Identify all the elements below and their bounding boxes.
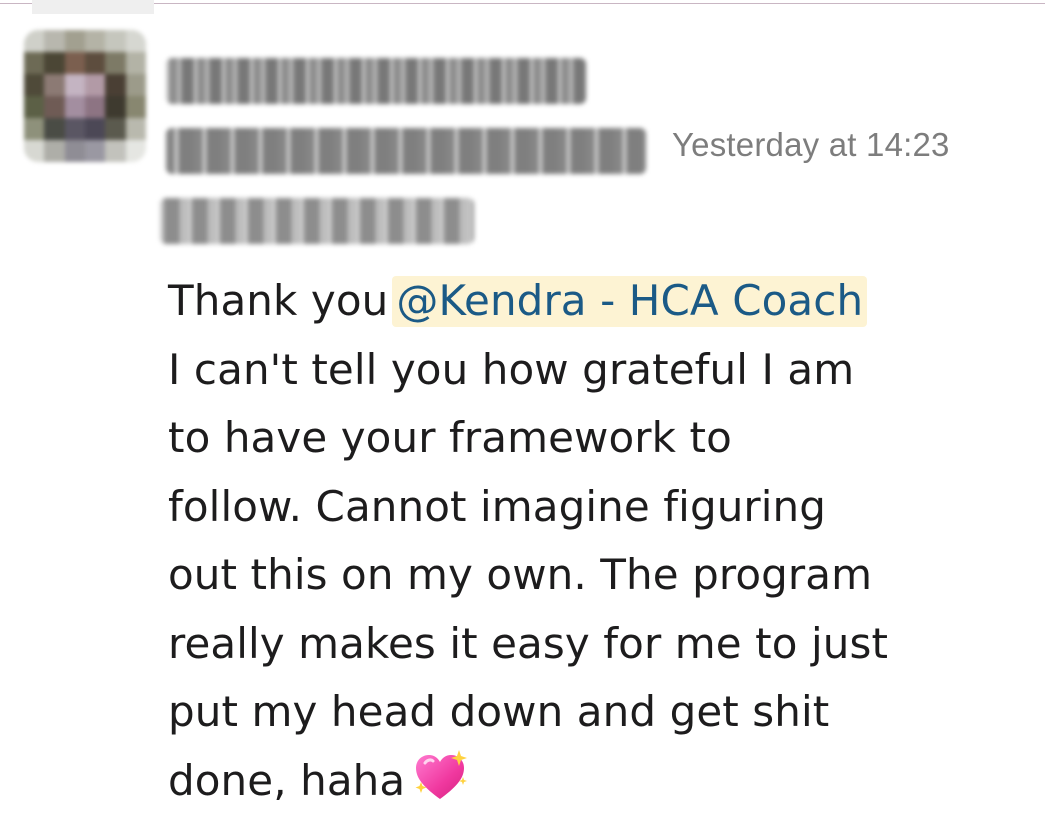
message-line: out this on my own. The program (168, 550, 873, 599)
user-mention[interactable]: @Kendra - HCA Coach (392, 276, 868, 327)
message-line: I can't tell you how grateful I am (168, 344, 855, 394)
redacted-name-line (166, 128, 646, 174)
avatar[interactable] (24, 30, 146, 162)
message-timestamp[interactable]: Yesterday at 14:23 (672, 126, 950, 164)
message-line: really makes it easy for me to just (168, 618, 889, 668)
message-view: Yesterday at 14:23 Thank you @Kendra - HC… (0, 0, 1045, 835)
redacted-name-line (160, 198, 474, 244)
message-text: done, haha (168, 755, 406, 805)
redacted-name-line (166, 58, 586, 104)
previous-message-edge (32, 0, 154, 14)
message-line: done, haha (168, 747, 1028, 816)
message-body: Thank you @Kendra - HCA Coach I can't tel… (168, 267, 1028, 815)
sender-name-redacted[interactable] (160, 52, 660, 252)
message-line: Thank you @Kendra - HCA Coach (168, 267, 1028, 336)
sparkling-heart-icon (415, 749, 468, 799)
message-line: put my head down and get shit (168, 687, 830, 736)
message-text: Thank you (168, 276, 389, 325)
message-line: follow. Cannot imagine figuring (168, 481, 827, 531)
top-divider (0, 3, 1045, 4)
message-line: to have your framework to (168, 413, 732, 462)
